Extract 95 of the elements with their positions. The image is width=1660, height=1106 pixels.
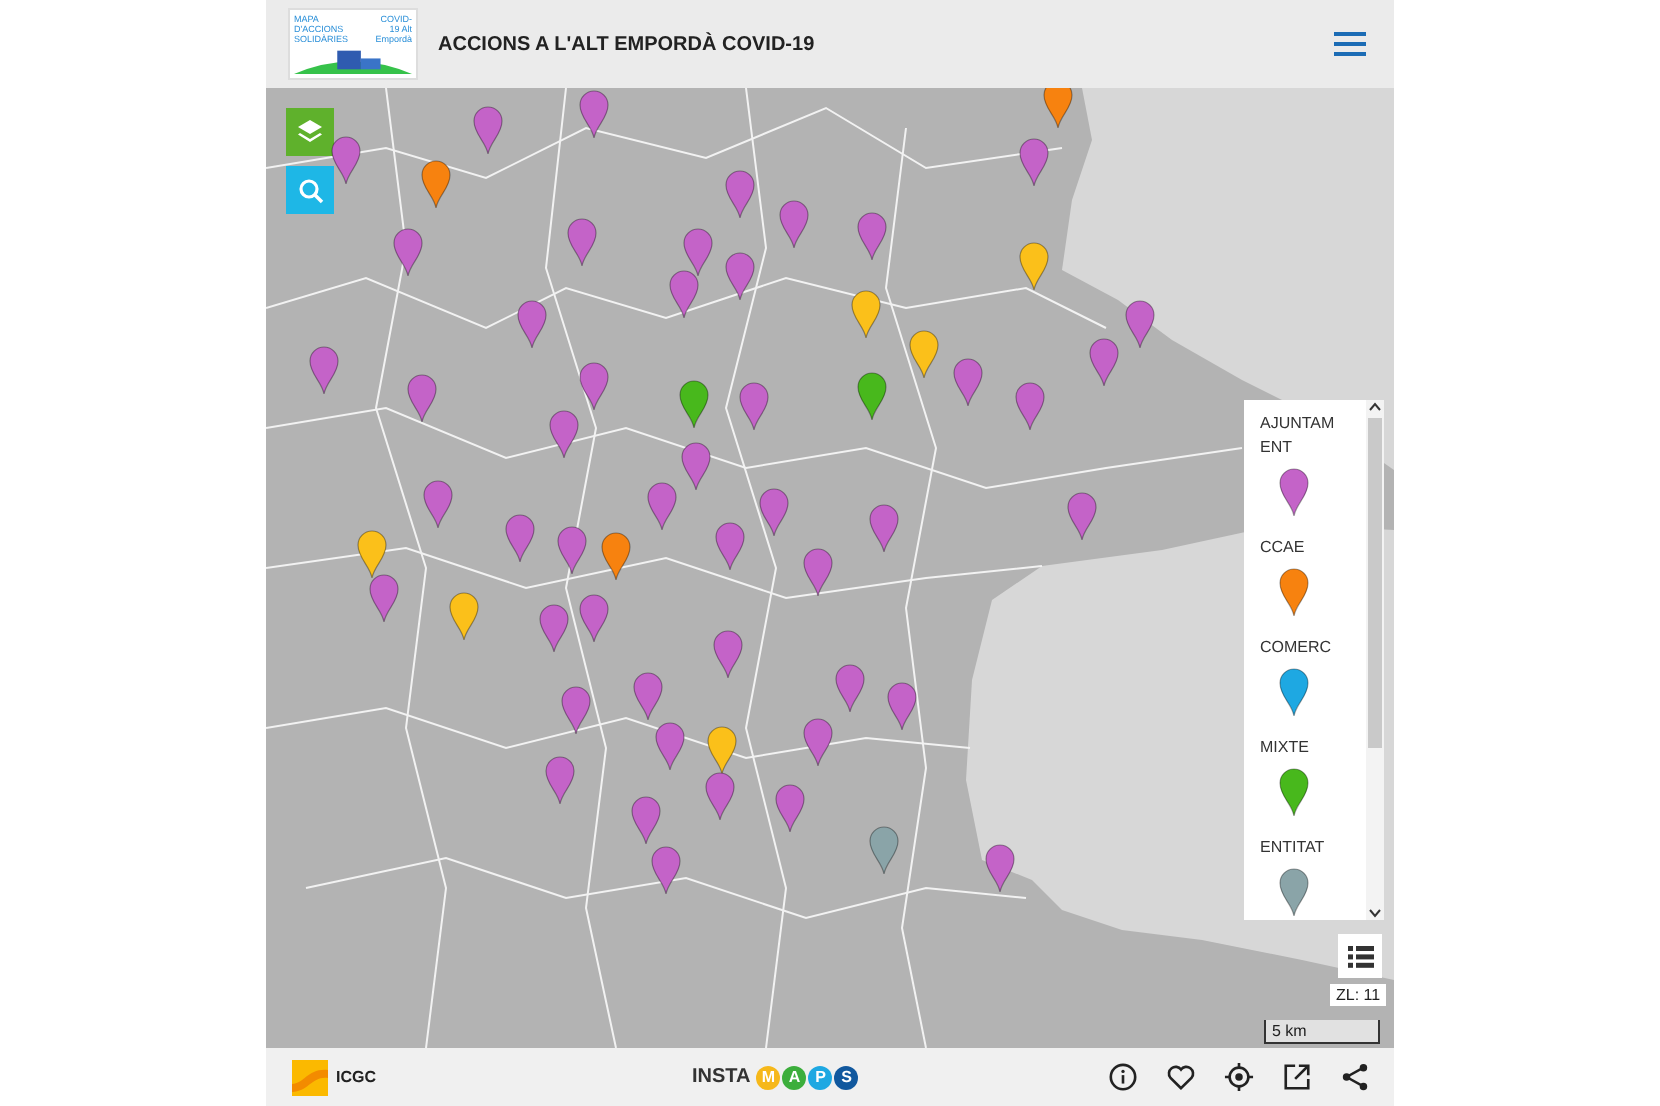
map-marker — [420, 158, 452, 210]
external-link-icon[interactable] — [1282, 1062, 1312, 1092]
map-marker — [802, 546, 834, 598]
map-marker — [712, 628, 744, 680]
map-marker — [834, 662, 866, 714]
map-marker — [544, 754, 576, 806]
brand-letter: A — [782, 1065, 807, 1089]
provider-name: ICGC — [336, 1068, 376, 1086]
legend-marker-icon — [1278, 466, 1310, 518]
map-marker — [356, 528, 388, 580]
map-marker — [706, 724, 738, 776]
castle-hill-icon — [294, 46, 412, 74]
map-marker — [856, 210, 888, 262]
map-marker — [308, 344, 340, 396]
map-marker — [908, 328, 940, 380]
map-marker — [422, 478, 454, 530]
scroll-down-icon[interactable] — [1368, 906, 1382, 920]
map-marker — [868, 824, 900, 876]
map-marker — [630, 794, 662, 846]
map-marker — [578, 360, 610, 412]
map-marker — [680, 440, 712, 492]
scale-bar: 5 km — [1264, 1020, 1380, 1044]
map-marker — [738, 380, 770, 432]
map-marker — [504, 512, 536, 564]
brand-letter: P — [808, 1065, 833, 1089]
map-marker — [406, 372, 438, 424]
list-icon — [1347, 945, 1373, 967]
scrollbar[interactable] — [1366, 400, 1384, 920]
map-marker — [724, 168, 756, 220]
app-title: ACCIONS A L'ALT EMPORDÀ COVID-19 — [438, 33, 817, 55]
map-marker — [1042, 88, 1074, 130]
map-marker — [758, 486, 790, 538]
map-marker — [678, 378, 710, 430]
map-marker — [600, 530, 632, 582]
map-marker — [704, 770, 736, 822]
legend-label: ENTITAT — [1260, 836, 1327, 860]
map-marker — [578, 592, 610, 644]
legend-label: CCAE — [1260, 536, 1307, 560]
map-marker — [1088, 336, 1120, 388]
legend-label: MIXTE — [1260, 736, 1311, 760]
map-marker — [654, 720, 686, 772]
map-marker — [668, 268, 700, 320]
brand-letter: S — [834, 1065, 859, 1089]
brand-name: INSTA — [692, 1066, 751, 1088]
map-marker — [856, 370, 888, 422]
map-marker — [682, 226, 714, 278]
map-marker — [802, 716, 834, 768]
legend-marker-icon — [1278, 666, 1310, 718]
heart-icon[interactable] — [1166, 1062, 1196, 1092]
map-marker — [724, 250, 756, 302]
map-marker — [578, 88, 610, 140]
legend-marker-icon — [1278, 766, 1310, 818]
info-icon[interactable] — [1108, 1062, 1138, 1092]
map-marker — [1124, 298, 1156, 350]
map-marker — [548, 408, 580, 460]
scroll-up-icon[interactable] — [1368, 400, 1382, 414]
map-marker — [646, 480, 678, 532]
map-marker — [368, 572, 400, 624]
map-marker — [556, 524, 588, 576]
map-marker — [1014, 380, 1046, 432]
legend-label: COMERC — [1260, 636, 1334, 660]
map-marker — [1018, 136, 1050, 188]
map-marker — [952, 356, 984, 408]
legend-marker-icon — [1278, 866, 1310, 918]
map-marker — [632, 670, 664, 722]
map-marker — [392, 226, 424, 278]
map-marker — [886, 680, 918, 732]
map-marker — [538, 602, 570, 654]
map-marker — [850, 288, 882, 340]
zoom-level: ZL: 11 — [1330, 984, 1387, 1006]
map-marker — [472, 104, 504, 156]
menu-icon[interactable] — [1334, 32, 1366, 56]
map-marker — [774, 782, 806, 834]
map-marker — [650, 844, 682, 896]
map-marker — [868, 502, 900, 554]
brand-letter: M — [756, 1065, 781, 1089]
provider-logo-icon — [292, 1059, 328, 1095]
layers-button[interactable] — [286, 108, 334, 156]
layers-icon — [296, 118, 324, 146]
map-marker — [330, 134, 362, 186]
map-marker — [1018, 240, 1050, 292]
legend-marker-icon — [1278, 566, 1310, 618]
locate-icon[interactable] — [1224, 1062, 1254, 1092]
map-marker — [560, 684, 592, 736]
map-marker — [778, 198, 810, 250]
map-marker — [714, 520, 746, 572]
map-marker — [1066, 490, 1098, 542]
map-marker — [984, 842, 1016, 894]
legend-toggle-button[interactable] — [1338, 934, 1382, 978]
legend-label: AJUNTAMENT — [1260, 412, 1337, 460]
map-marker — [566, 216, 598, 268]
share-icon[interactable] — [1340, 1062, 1370, 1092]
map-marker — [516, 298, 548, 350]
map-marker — [448, 590, 480, 642]
search-icon — [297, 177, 323, 203]
